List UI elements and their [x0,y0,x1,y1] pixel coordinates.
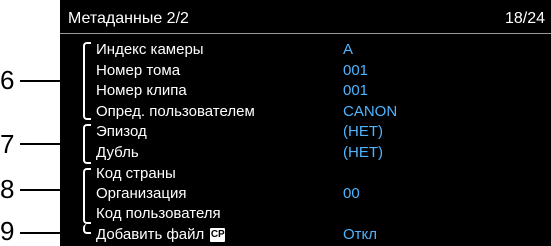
row-value: CANON [343,103,398,120]
group-bracket-7 [83,124,91,164]
row-label: Эпизод [96,123,147,140]
row-label: Индекс камеры [96,41,204,58]
callout-9: 9 [0,216,15,246]
header-divider [60,33,551,34]
row-label: Организация [96,185,187,202]
group-bracket-9 [83,224,91,234]
screen-header: Метаданные 2/2 18/24 [68,8,545,30]
row-label: Код страны [96,165,176,182]
row-label: Код пользователя [96,205,221,222]
row-value: Откл [343,226,378,243]
row-value: (НЕТ) [343,123,383,140]
row-label: Номер тома [96,62,181,79]
row-label: Дубль [96,144,139,161]
row-label: Опред. пользователем [96,103,255,120]
page-title: Метаданные 2/2 [68,10,189,27]
cp-icon: CP [210,228,226,243]
group-bracket-8 [83,168,91,224]
metadata-screen: Метаданные 2/2 18/24 Индекс камеры A Ном… [60,0,551,246]
row-value: A [343,41,354,58]
row-label-wrap: Добавить файл CP [96,225,226,245]
row-value: 001 [343,82,369,99]
row-label: Номер клипа [96,82,187,99]
row-value: 00 [343,185,360,202]
group-bracket-6 [83,42,91,120]
row-value: (НЕТ) [343,144,383,161]
row-value: 001 [343,62,369,79]
page-counter: 18/24 [504,10,545,27]
row-label: Добавить файл [96,226,205,243]
